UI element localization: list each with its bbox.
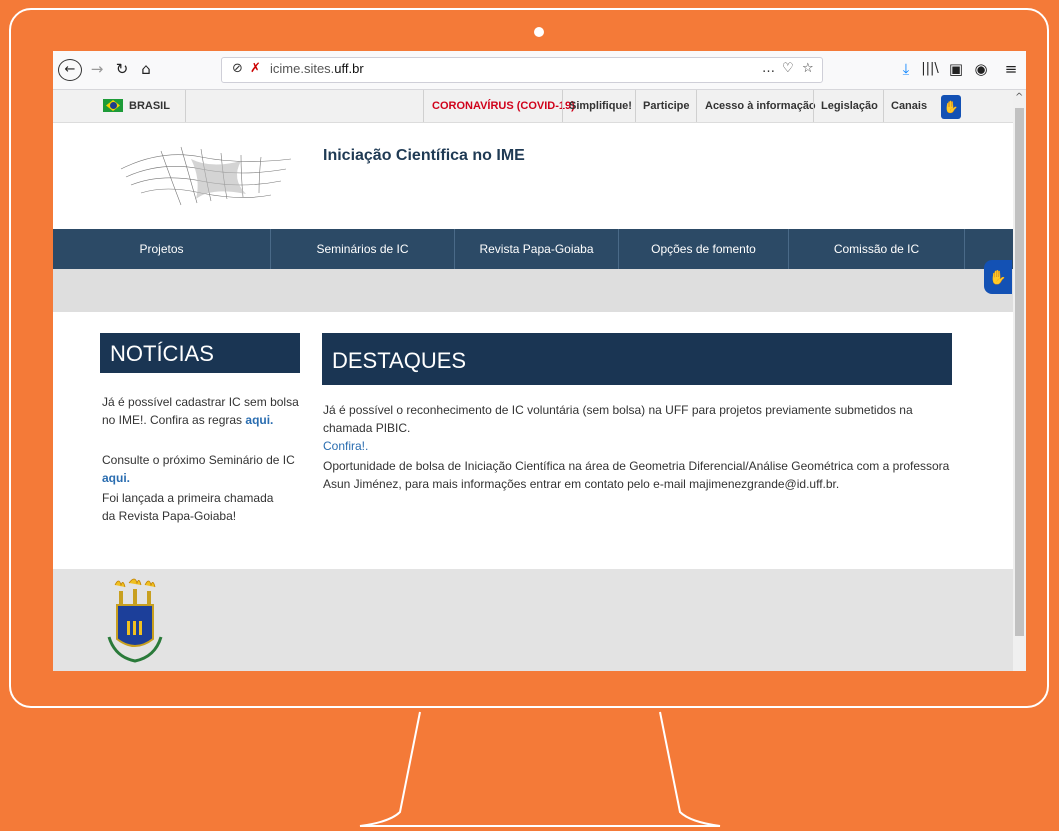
back-icon[interactable]: ← [58, 59, 82, 81]
nav-fomento[interactable]: Opções de fomento [619, 229, 789, 269]
url-bar[interactable]: ⊘ ✗ icime.sites.uff.br … ♡ ☆ [221, 57, 823, 83]
browser-toolbar: ← → ↻ ⌂ ⊘ ✗ icime.sites.uff.br … ♡ ☆ ⤓ |… [53, 51, 1026, 90]
acesso-informacao-link[interactable]: Acesso à informação [705, 100, 816, 112]
insecure-lock-icon[interactable]: ✗ [250, 61, 261, 76]
page-content: Iniciação Científica no IME Projetos Sem… [53, 123, 1013, 671]
main-nav: Projetos Seminários de IC Revista Papa-G… [53, 229, 1013, 269]
canais-link[interactable]: Canais [891, 100, 927, 112]
nav-revista[interactable]: Revista Papa-Goiaba [455, 229, 619, 269]
page-actions-icon[interactable]: … [762, 61, 775, 76]
simplifique-link[interactable]: Simplifique! [569, 100, 632, 112]
vlibras-icon[interactable]: ✋ [984, 260, 1012, 294]
noticia-2-link[interactable]: aqui. [102, 471, 130, 485]
noticia-item-1: Já é possível cadastrar IC sem bolsa no … [102, 395, 299, 427]
noticias-title: NOTÍCIAS [100, 333, 300, 373]
nav-seminarios[interactable]: Seminários de IC [271, 229, 455, 269]
library-icon[interactable]: |||\ [919, 58, 941, 80]
download-icon[interactable]: ⤓ [895, 58, 917, 80]
footer [53, 569, 1013, 671]
url-text[interactable]: icime.sites.uff.br [270, 61, 364, 76]
site-title[interactable]: Iniciação Científica no IME [323, 147, 525, 165]
bookmark-star-icon[interactable]: ☆ [802, 61, 814, 76]
pocket-icon[interactable]: ♡ [782, 61, 794, 76]
covid-link[interactable]: CORONAVÍRUS (COVID-19) [432, 100, 575, 112]
legislacao-link[interactable]: Legislação [821, 100, 878, 112]
destaque-1-link[interactable]: Confira!. [323, 439, 368, 453]
home-icon[interactable]: ⌂ [135, 58, 157, 80]
destaque-item-2: Oportunidade de bolsa de Iniciação Cient… [323, 459, 950, 491]
webcam-dot [534, 27, 544, 37]
scroll-up-icon[interactable]: ^ [1015, 92, 1023, 103]
nav-projetos[interactable]: Projetos [53, 229, 271, 269]
noticia-item-3: Foi lançada a primeira chamada da Revist… [102, 491, 274, 523]
noticia-item-2: Consulte o próximo Seminário de IC aqui. [102, 453, 295, 485]
vertical-scrollbar[interactable]: ^ [1013, 90, 1026, 671]
gov-bar: BRASIL CORONAVÍRUS (COVID-19) Simplifiqu… [53, 90, 1013, 123]
participe-link[interactable]: Participe [643, 100, 689, 112]
browser-window: ← → ↻ ⌂ ⊘ ✗ icime.sites.uff.br … ♡ ☆ ⤓ |… [53, 51, 1026, 671]
account-icon[interactable]: ◉ [970, 58, 992, 80]
uff-crest-logo[interactable] [105, 577, 165, 671]
reload-icon[interactable]: ↻ [111, 58, 133, 80]
tracking-shield-icon[interactable]: ⊘ [232, 61, 243, 76]
scroll-thumb[interactable] [1015, 108, 1024, 636]
sidebar-icon[interactable]: ▣ [945, 58, 967, 80]
destaque-item-1: Já é possível o reconhecimento de IC vol… [323, 403, 913, 453]
brazil-flag-icon [103, 99, 123, 112]
noticia-1-link[interactable]: aqui. [245, 413, 273, 427]
destaques-title: DESTAQUES [322, 333, 952, 385]
hamburger-menu-icon[interactable]: ≡ [1000, 58, 1022, 80]
surface-logo-image[interactable] [101, 139, 301, 209]
brasil-link[interactable]: BRASIL [129, 100, 170, 112]
gray-band [53, 269, 1013, 312]
accessibility-hand-icon[interactable]: ✋ [941, 95, 961, 119]
nav-comissao[interactable]: Comissão de IC [789, 229, 965, 269]
forward-icon[interactable]: → [86, 58, 108, 80]
